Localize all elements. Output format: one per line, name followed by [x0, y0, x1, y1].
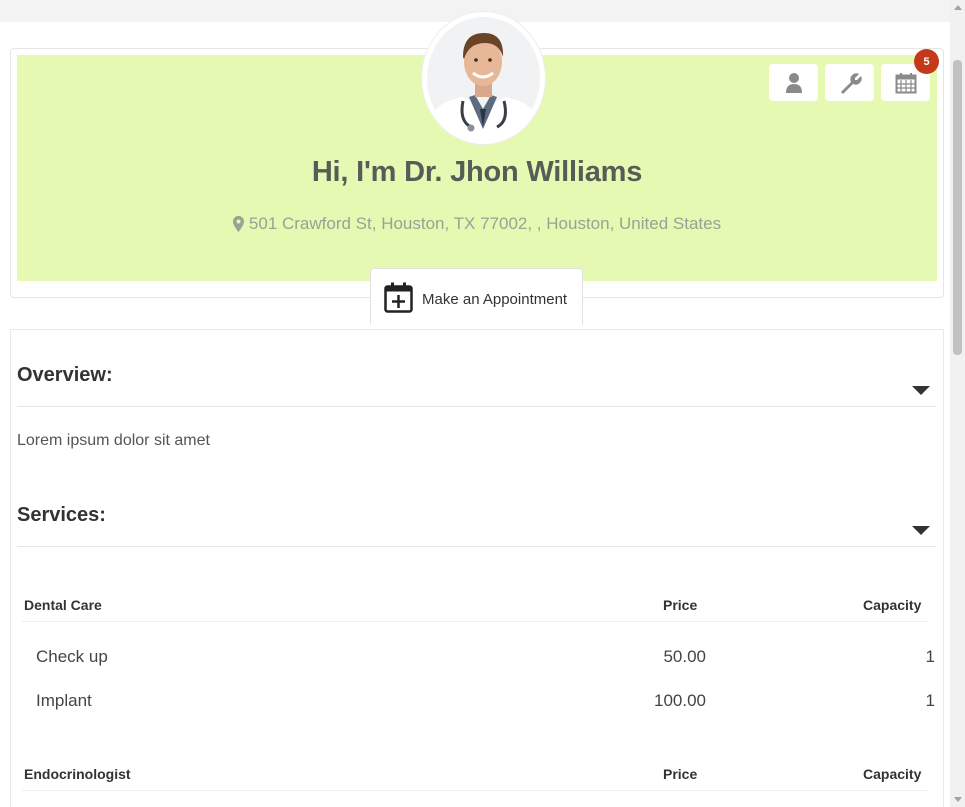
- doctor-avatar: [422, 12, 545, 144]
- scroll-down-arrow-icon[interactable]: [954, 797, 962, 802]
- service-group-name: Dental Care: [24, 597, 102, 613]
- services-collapse-caret-icon[interactable]: [912, 526, 930, 535]
- map-marker-icon: [232, 216, 244, 232]
- capacity-header: Capacity: [863, 766, 922, 782]
- services-divider: [17, 546, 936, 547]
- wrench-icon: [840, 72, 862, 94]
- table-header-divider: [22, 790, 928, 791]
- services-title: Services:: [17, 504, 106, 526]
- scroll-up-arrow-icon[interactable]: [954, 5, 962, 10]
- table-header-divider: [22, 621, 928, 622]
- make-appointment-label: Make an Appointment: [422, 291, 568, 308]
- overview-divider: [17, 406, 936, 407]
- service-name: Check up: [36, 647, 108, 666]
- settings-button[interactable]: [825, 64, 874, 101]
- price-header: Price: [663, 766, 698, 782]
- overview-title: Overview:: [17, 364, 113, 386]
- doctor-address: 501 Crawford St, Houston, TX 77002, , Ho…: [17, 214, 937, 234]
- service-capacity: 1: [925, 647, 935, 666]
- notification-badge: 5: [914, 49, 939, 74]
- service-group-name: Endocrinologist: [24, 766, 131, 782]
- make-appointment-button[interactable]: Make an Appointment: [370, 268, 583, 325]
- scroll-thumb[interactable]: [953, 60, 962, 355]
- calendar-plus-icon: [384, 282, 413, 313]
- user-icon: [785, 72, 802, 93]
- details-panel: [10, 329, 944, 807]
- doctor-name: Hi, I'm Dr. Jhon Williams: [311, 156, 643, 188]
- price-header: Price: [663, 597, 698, 613]
- scrollbar[interactable]: [950, 0, 965, 807]
- address-text: 501 Crawford St, Houston, TX 77002, , Ho…: [248, 214, 722, 233]
- service-price: 50.00: [663, 647, 706, 666]
- profile-button[interactable]: [769, 64, 818, 101]
- overview-collapse-caret-icon[interactable]: [912, 386, 930, 395]
- service-capacity: 1: [925, 691, 935, 710]
- overview-text: Lorem ipsum dolor sit amet: [17, 432, 210, 449]
- service-price: 100.00: [654, 691, 706, 710]
- capacity-header: Capacity: [863, 597, 922, 613]
- calendar-icon: [895, 72, 916, 93]
- service-name: Implant: [36, 691, 92, 710]
